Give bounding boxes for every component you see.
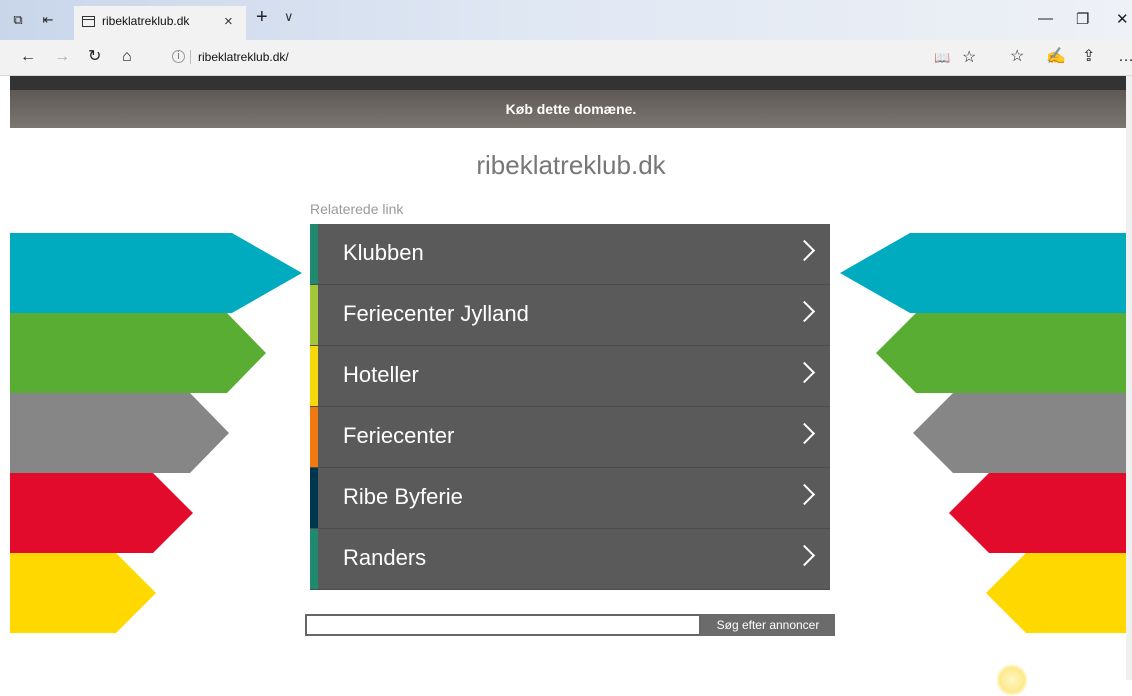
left-arrow-yellow [10, 553, 156, 633]
scrollbar[interactable] [1126, 76, 1132, 680]
link-color-stripe [310, 468, 318, 528]
search-input[interactable] [305, 614, 701, 636]
right-arrow-green [876, 313, 1132, 393]
chevron-right-icon [793, 422, 816, 445]
link-label: Klubben [343, 240, 424, 265]
left-arrow-red [10, 473, 193, 553]
link-feriecenter-jylland[interactable]: Feriecenter Jylland [310, 285, 830, 346]
left-arrow-teal [10, 233, 302, 313]
link-color-stripe [310, 529, 318, 589]
chevron-right-icon [793, 239, 816, 262]
ad-search: Søg efter annoncer [305, 614, 835, 636]
search-button[interactable]: Søg efter annoncer [701, 614, 835, 636]
link-label: Feriecenter Jylland [343, 301, 529, 326]
link-randers[interactable]: Randers [310, 529, 830, 590]
right-arrow-gray [913, 393, 1132, 473]
left-arrow-gray [10, 393, 229, 473]
chevron-right-icon [793, 300, 816, 323]
related-links-list: Klubben Feriecenter Jylland Hoteller Fer… [310, 224, 830, 590]
chevron-right-icon [793, 544, 816, 567]
link-ribe-byferie[interactable]: Ribe Byferie [310, 468, 830, 529]
chevron-right-icon [793, 361, 816, 384]
link-feriecenter[interactable]: Feriecenter [310, 407, 830, 468]
link-hoteller[interactable]: Hoteller [310, 346, 830, 407]
light-glow [996, 664, 1028, 696]
related-links-label: Relaterede link [310, 201, 404, 217]
left-arrow-green [10, 313, 266, 393]
link-label: Randers [343, 545, 427, 570]
link-color-stripe [310, 285, 318, 345]
right-arrow-teal [840, 233, 1132, 313]
link-label: Hoteller [343, 362, 419, 387]
link-color-stripe [310, 224, 318, 284]
link-label: Feriecenter [343, 423, 455, 448]
link-color-stripe [310, 407, 318, 467]
link-klubben[interactable]: Klubben [310, 224, 830, 285]
right-arrow-yellow [986, 553, 1132, 633]
chevron-right-icon [793, 483, 816, 506]
right-arrow-red [949, 473, 1132, 553]
link-label: Ribe Byferie [343, 484, 463, 509]
link-color-stripe [310, 346, 318, 406]
